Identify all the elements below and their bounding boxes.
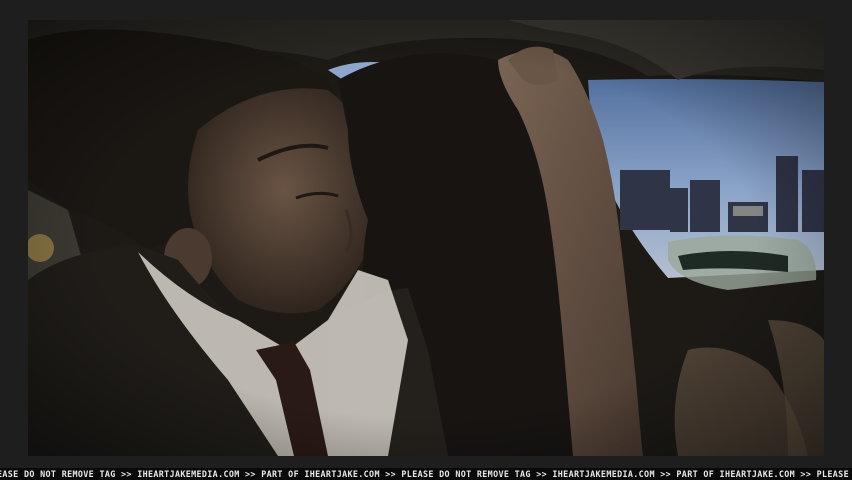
film-still bbox=[28, 20, 824, 456]
scene-illustration bbox=[28, 20, 824, 456]
letterbox-frame bbox=[0, 0, 852, 468]
watermark-text: EASE DO NOT REMOVE TAG >> IHEARTJAKEMEDI… bbox=[0, 469, 852, 479]
watermark-bar: EASE DO NOT REMOVE TAG >> IHEARTJAKEMEDI… bbox=[0, 468, 852, 480]
